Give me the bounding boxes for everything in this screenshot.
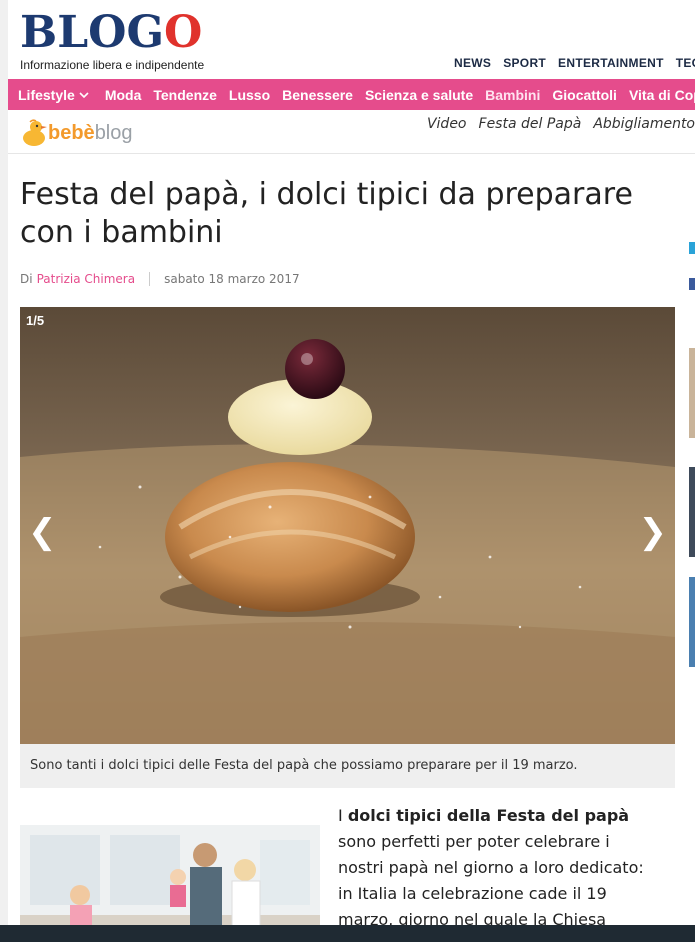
nav-lusso[interactable]: Lusso	[223, 87, 276, 103]
topnav-entertainment[interactable]: ENTERTAINMENT	[558, 56, 664, 70]
photo-gallery[interactable]: 1/5 ❮ ❯	[20, 307, 675, 744]
bebeblog-logo[interactable]: bebè blog	[20, 118, 133, 148]
meta-divider	[149, 272, 151, 286]
gallery-caption: Sono tanti i dolci tipici delle Festa de…	[20, 744, 675, 788]
section-nav: Video Festa del Papà Abbigliamento	[427, 116, 695, 132]
chevron-right-icon[interactable]: ❯	[639, 512, 668, 552]
publish-date: sabato 18 marzo 2017	[164, 272, 300, 286]
duck-icon	[23, 119, 47, 146]
author-link[interactable]: Patrizia Chimera	[37, 272, 136, 286]
tagline: Informazione libera e indipendente	[20, 58, 205, 72]
bottom-bar	[0, 925, 695, 942]
sidebar-thumb-2[interactable]	[689, 467, 695, 557]
subnav-video[interactable]: Video	[427, 116, 467, 132]
nav-vita-di-coppia[interactable]: Vita di Coppia	[623, 87, 695, 103]
gallery-image	[20, 307, 675, 744]
brand: BLOGO Informazione libera e indipendente	[20, 8, 205, 73]
nav-bambini[interactable]: Bambini	[479, 87, 546, 103]
category-nav: Lifestyle Moda Tendenze Lusso Benessere …	[8, 79, 695, 110]
social-share-sliver[interactable]	[689, 242, 695, 254]
article-title: Festa del papà, i dolci tipici da prepar…	[20, 177, 633, 250]
gallery-counter: 1/5	[26, 313, 45, 328]
nav-tendenze[interactable]: Tendenze	[147, 87, 223, 103]
social-share-sliver-2[interactable]	[689, 278, 695, 290]
article-meta: Di Patrizia Chimera sabato 18 marzo 2017	[20, 272, 300, 286]
sidebar-thumb-1[interactable]	[689, 348, 695, 438]
chevron-down-icon	[79, 91, 89, 98]
page: BLOGO Informazione libera e indipendente…	[8, 0, 695, 942]
topnav-tech[interactable]: TECH	[676, 56, 695, 70]
subnav-abbigliamento[interactable]: Abbigliamento	[593, 116, 695, 132]
subnav-festa-del-papa[interactable]: Festa del Papà	[479, 116, 582, 132]
lifestyle-dropdown[interactable]: Lifestyle	[8, 87, 99, 103]
nav-giocattoli[interactable]: Giocattoli	[546, 87, 623, 103]
section-header: bebè blog Video Festa del Papà Abbigliame…	[8, 110, 695, 154]
top-nav: NEWS SPORT ENTERTAINMENT TECH	[454, 56, 695, 70]
chevron-left-icon[interactable]: ❮	[28, 512, 57, 552]
topnav-sport[interactable]: SPORT	[503, 56, 546, 70]
body-highlight: dolci tipici della Festa del papà	[347, 806, 630, 825]
nav-moda[interactable]: Moda	[99, 87, 148, 103]
article-body: I dolci tipici della Festa del papà sono…	[338, 806, 644, 942]
nav-benessere[interactable]: Benessere	[276, 87, 359, 103]
nav-scienza-salute[interactable]: Scienza e salute	[359, 87, 479, 103]
byline-prefix: Di	[20, 272, 33, 286]
blogo-logo[interactable]: BLOGO	[20, 8, 204, 58]
sidebar-thumb-3[interactable]	[689, 577, 695, 667]
topnav-news[interactable]: NEWS	[454, 56, 491, 70]
